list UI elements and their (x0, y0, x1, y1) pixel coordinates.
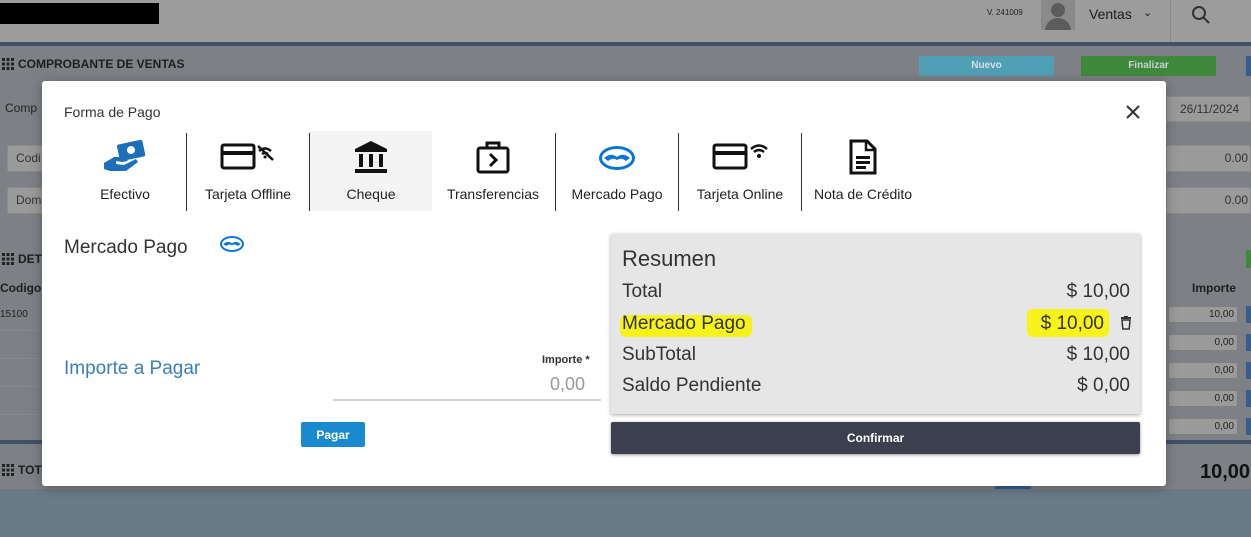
resumen-label: Saldo Pendiente (622, 375, 762, 396)
payment-method-label: Transferencias (446, 186, 540, 202)
top-bar: V. 241009 Ventas ⌄ (0, 0, 1251, 42)
value-field-1[interactable]: 0.00 (1166, 145, 1251, 172)
payment-method-transferencias[interactable]: Transferencias (432, 131, 554, 211)
transfer-icon (476, 141, 510, 174)
avatar[interactable] (1041, 0, 1075, 30)
domicilio-field[interactable]: Dom (7, 187, 47, 214)
payment-method-label: Efectivo (100, 186, 150, 202)
totales-title: TOT (18, 463, 42, 477)
resumen-row-saldo: Saldo Pendiente $ 0,00 (622, 375, 1130, 401)
payment-methods-row: Efectivo Tarjeta Offline Cheque Transfer… (64, 131, 944, 211)
grid-icon (2, 58, 14, 70)
chevron-down-icon[interactable]: ⌄ (1143, 6, 1152, 19)
table-cell-importe[interactable]: 0,00 (1168, 390, 1238, 407)
bank-icon (355, 141, 387, 173)
close-icon[interactable] (1124, 103, 1142, 121)
row-action-button[interactable] (1246, 334, 1251, 351)
total-amount: 10,00 (1200, 461, 1251, 483)
payment-method-tarjeta-online[interactable]: Tarjeta Online (679, 131, 801, 211)
value-field-2[interactable]: 0.00 (1166, 187, 1251, 214)
resumen-label: SubTotal (622, 344, 696, 365)
row-action-button[interactable] (1246, 306, 1251, 323)
version-label: V. 241009 (987, 8, 1023, 17)
table-cell-importe[interactable]: 0,00 (1168, 362, 1238, 379)
row-action-button[interactable] (1246, 362, 1251, 379)
footer-strip (0, 489, 1251, 537)
resumen-label: Mercado Pago (622, 313, 746, 334)
resumen-value: $ 10,00 (1040, 313, 1104, 334)
search-icon[interactable] (1190, 4, 1212, 26)
modal-title: Forma de Pago (64, 104, 161, 120)
table-cell-importe[interactable]: 10,00 (1168, 306, 1238, 323)
row-action-button[interactable] (1246, 390, 1251, 407)
cash-hand-icon (104, 139, 146, 171)
header-divider (0, 42, 1251, 46)
table-cell-importe[interactable]: 0,00 (1168, 334, 1238, 351)
column-header-importe: Importe (1192, 281, 1237, 295)
resumen-row-mercado-pago: Mercado Pago $ 10,00 (620, 309, 1132, 339)
payment-method-label: Tarjeta Offline (204, 186, 292, 202)
payment-method-nota-credito[interactable]: Nota de Crédito (802, 131, 924, 211)
resumen-row-subtotal: SubTotal $ 10,00 (622, 344, 1130, 370)
payment-method-label: Cheque (346, 186, 396, 202)
importe-field-label: Importe * (542, 354, 590, 366)
grid-icon (2, 464, 14, 476)
card-offline-icon (220, 143, 274, 170)
resumen-panel: Resumen Total $ 10,00 Mercado Pago $ 10,… (611, 234, 1140, 414)
column-header-codigo: Codigo (0, 281, 42, 295)
confirmar-button[interactable]: Confirmar (611, 422, 1140, 454)
resumen-title: Resumen (622, 246, 717, 271)
mercado-pago-icon (220, 236, 244, 252)
card-online-icon (712, 143, 768, 170)
row-divider (0, 386, 42, 387)
date-field[interactable]: 26/11/2024 (1166, 96, 1251, 122)
resumen-label: Total (622, 281, 663, 302)
resumen-value: $ 10,00 (1066, 344, 1130, 365)
importe-a-pagar-label: Importe a Pagar (64, 358, 201, 379)
row-divider (0, 330, 42, 331)
section-title: COMPROBANTE DE VENTAS (18, 57, 185, 71)
grid-icon (2, 253, 14, 265)
importe-input[interactable] (333, 369, 601, 401)
nuevo-button[interactable]: Nuevo (919, 56, 1054, 76)
redacted-logo (0, 3, 159, 24)
payment-method-label: Tarjeta Online (696, 186, 784, 202)
payment-method-label: Nota de Crédito (813, 186, 913, 202)
resumen-row-total: Total $ 10,00 (622, 281, 1130, 307)
divider (1170, 0, 1171, 42)
document-icon (849, 139, 877, 175)
resumen-value: $ 10,00 (1066, 281, 1130, 302)
edge-button[interactable] (1246, 56, 1251, 76)
codigo-field[interactable]: Codi (7, 145, 47, 172)
resumen-value: $ 0,00 (1077, 375, 1130, 396)
payment-method-efectivo[interactable]: Efectivo (64, 131, 186, 211)
trash-icon[interactable] (1120, 316, 1132, 330)
pagar-button[interactable]: Pagar (301, 422, 365, 447)
payment-method-label: Mercado Pago (571, 186, 663, 202)
table-cell-codigo: 15100 (0, 309, 28, 320)
mercado-pago-icon (599, 146, 635, 170)
selected-method-name: Mercado Pago (64, 237, 188, 258)
user-name[interactable]: Ventas (1089, 6, 1132, 22)
finalizar-button[interactable]: Finalizar (1081, 56, 1216, 76)
comp-label: Comp (5, 101, 38, 115)
payment-method-mercado-pago[interactable]: Mercado Pago (556, 131, 678, 211)
payment-method-cheque[interactable]: Cheque (310, 131, 432, 211)
detalle-title: DET (18, 252, 42, 266)
payment-modal: Forma de Pago Efectivo Tarjeta Offline C… (42, 81, 1166, 486)
payment-method-tarjeta-offline[interactable]: Tarjeta Offline (187, 131, 309, 211)
row-action-button[interactable] (1246, 418, 1251, 435)
row-divider (0, 414, 42, 415)
add-button[interactable] (1246, 250, 1251, 268)
table-cell-importe[interactable]: 0,00 (1168, 418, 1238, 435)
row-divider (0, 358, 42, 359)
